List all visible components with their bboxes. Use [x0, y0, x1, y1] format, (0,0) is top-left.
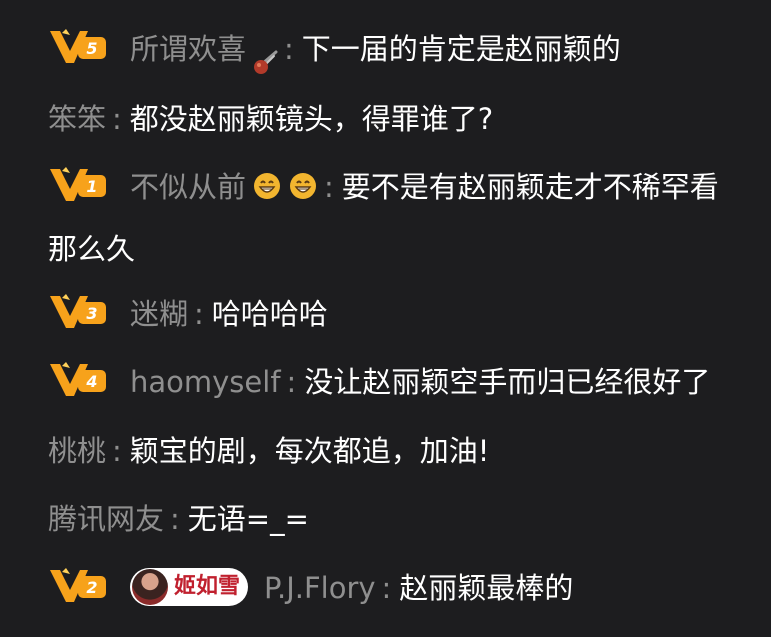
svg-text:1: 1 — [86, 177, 97, 196]
svg-text:2: 2 — [86, 578, 97, 597]
comment-item: 4 haomyself: 没让赵丽颖空手而归已经很好了 — [48, 351, 741, 413]
comment-author[interactable]: P.J.Flory — [264, 571, 376, 605]
vip-level-badge-icon: 5 — [48, 27, 108, 67]
vip-level-badge-icon: 4 — [48, 360, 108, 400]
comment-separator: : — [381, 571, 392, 605]
fan-medal-avatar — [132, 569, 168, 605]
comment-item: 桃桃: 颖宝的剧，每次都追，加油! — [48, 420, 741, 482]
comment-separator: : — [324, 170, 334, 204]
fan-medal[interactable]: 姬如雪 — [130, 568, 249, 606]
comment-text: 无语=_= — [187, 502, 309, 536]
comment-text: 没让赵丽颖空手而归已经很好了 — [304, 365, 711, 399]
comment-author[interactable]: 迷糊 — [130, 297, 188, 331]
comment-item: 腾讯网友: 无语=_= — [48, 488, 741, 550]
comment-text: 颖宝的剧，每次都追，加油! — [129, 434, 490, 468]
comment-text: 赵丽颖最棒的 — [399, 571, 574, 605]
grinning-face-icon — [288, 171, 318, 201]
comment-separator: : — [112, 102, 122, 136]
vip-level-badge-icon: 2 — [48, 566, 108, 606]
svg-text:4: 4 — [85, 372, 97, 391]
comment-separator: : — [284, 32, 294, 66]
comment-item: 笨笨: 都没赵丽颖镜头，得罪谁了? — [48, 88, 741, 150]
comment-text: 都没赵丽颖镜头，得罪谁了? — [129, 102, 494, 136]
comment-item: 2 姬如雪 P.J.Flory: 赵丽颖最棒的 — [48, 557, 741, 619]
svg-text:5: 5 — [86, 39, 97, 58]
meteor-icon — [252, 35, 278, 74]
comment-item: 3 迷糊: 哈哈哈哈 — [48, 283, 741, 345]
comment-list: 5 所谓欢喜 : 下一届的肯定是赵丽颖的 笨笨: 都没赵丽颖镜头，得罪谁了? 1 不… — [0, 0, 771, 637]
comment-item: 1 不似从前 : 要不是有赵丽颖走才不稀罕看那么久 — [48, 156, 741, 280]
comment-separator: : — [112, 434, 122, 468]
vip-level-badge-icon: 3 — [48, 292, 108, 332]
svg-text:3: 3 — [86, 304, 97, 323]
fan-medal-label: 姬如雪 — [174, 574, 241, 599]
vip-level-badge-icon: 1 — [48, 165, 108, 205]
grinning-face-icon — [252, 171, 282, 201]
comment-separator: : — [170, 502, 180, 536]
comment-author[interactable]: haomyself — [130, 365, 281, 399]
comment-author[interactable]: 腾讯网友 — [48, 502, 164, 536]
comment-author[interactable]: 不似从前 — [130, 170, 246, 204]
comment-separator: : — [194, 297, 204, 331]
comment-item: 5 所谓欢喜 : 下一届的肯定是赵丽颖的 — [48, 18, 741, 80]
comment-text: 下一届的肯定是赵丽颖的 — [301, 32, 621, 66]
comment-author[interactable]: 桃桃 — [48, 434, 106, 468]
comment-text: 哈哈哈哈 — [211, 297, 328, 331]
comment-separator: : — [286, 365, 297, 399]
comment-author[interactable]: 所谓欢喜 — [130, 32, 246, 66]
comment-author[interactable]: 笨笨 — [48, 102, 106, 136]
